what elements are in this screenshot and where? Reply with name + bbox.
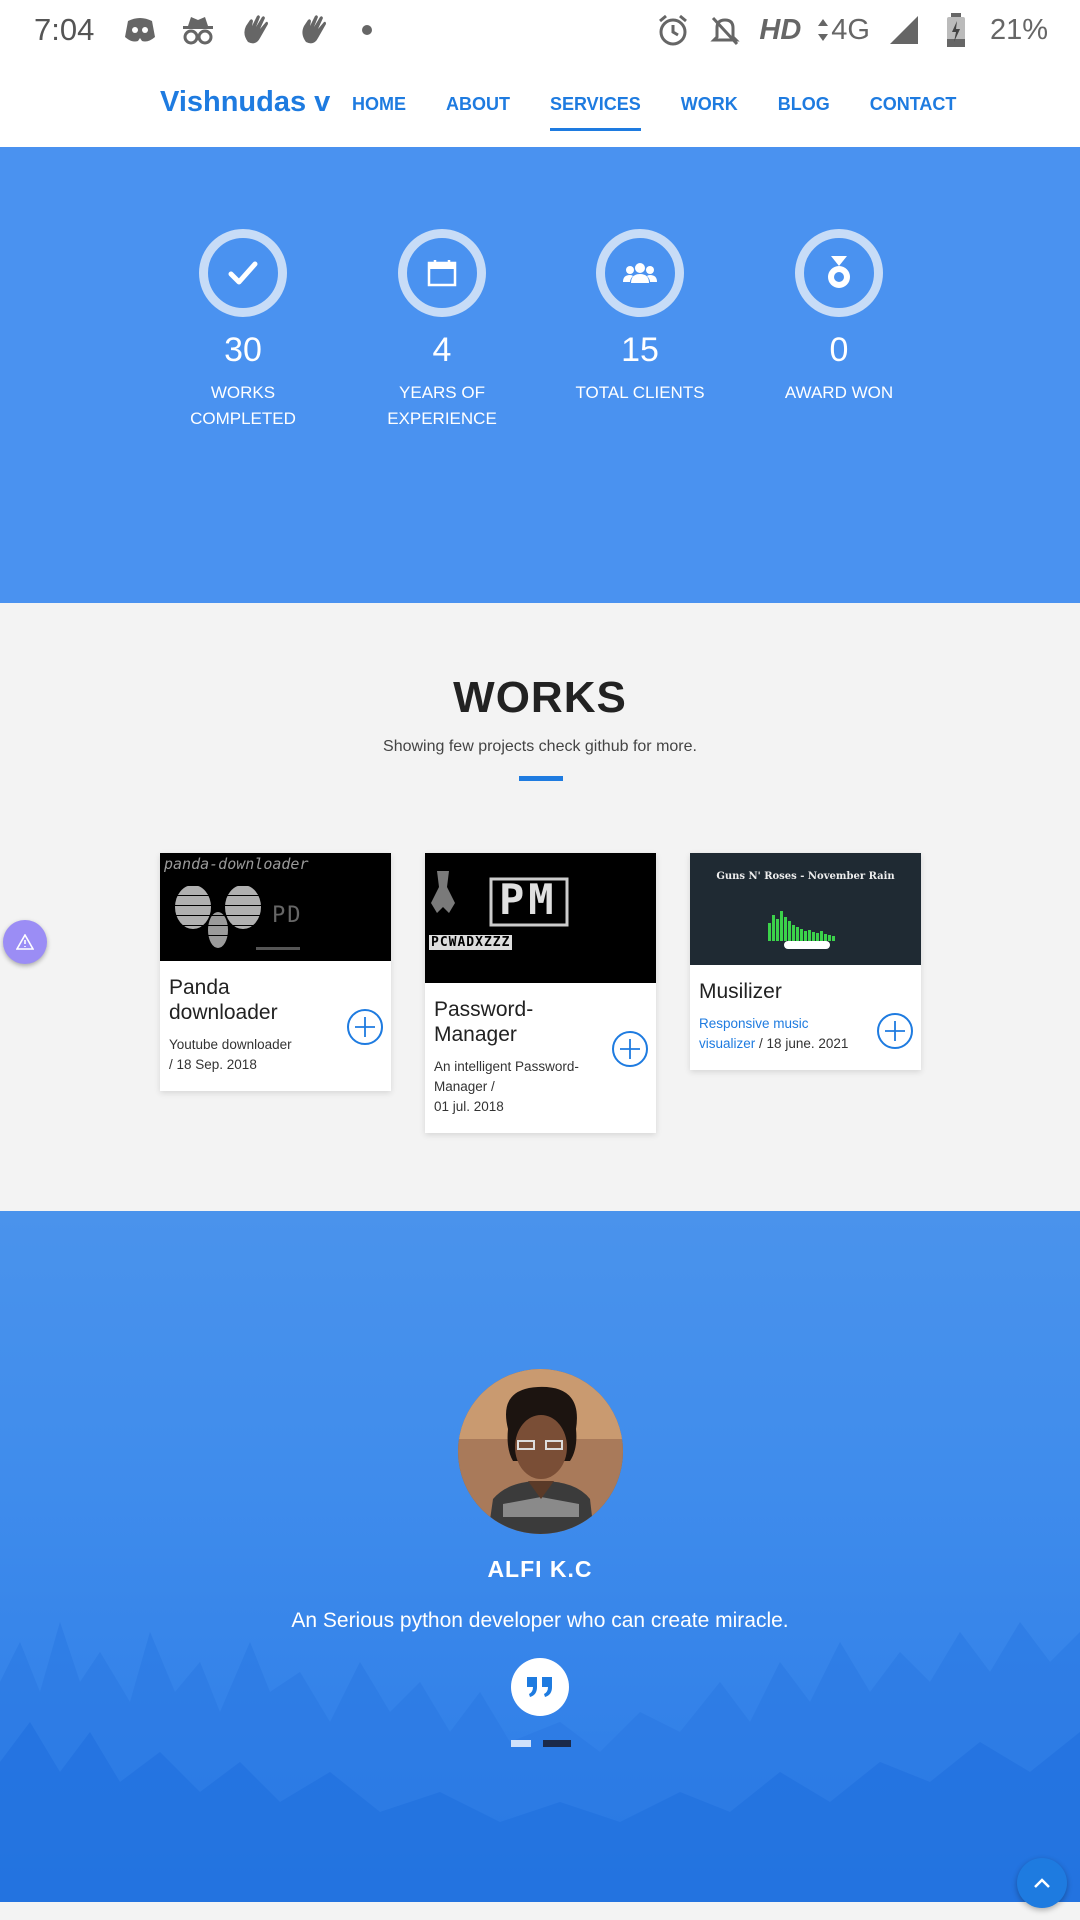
testimonial-quote: An Serious python developer who can crea… <box>291 1609 789 1632</box>
testimonial-section: ALFI K.C An Serious python developer who… <box>0 1211 1080 1902</box>
battery-percent: 21% <box>989 13 1048 46</box>
check-icon <box>199 229 287 317</box>
battery-icon <box>938 10 974 50</box>
stat-label: TOTAL CLIENTS <box>575 383 705 402</box>
card-desc: Responsive music visualizer / 18 june. 2… <box>699 1016 849 1051</box>
card-image-musilizer[interactable]: Guns N' Roses - November Rain <box>690 853 921 965</box>
carousel-dot-2[interactable] <box>543 1740 571 1747</box>
carousel-dot-1[interactable] <box>511 1740 531 1747</box>
nav-blog[interactable]: BLOG <box>778 94 830 123</box>
nav-services[interactable]: SERVICES <box>550 94 641 131</box>
stat-value: 0 <box>829 331 849 369</box>
network-label: HD <box>759 13 802 46</box>
brand-logo[interactable]: Vishnudas v <box>160 86 330 119</box>
card-title: Musilizer <box>699 980 782 1003</box>
site-header: Vishnudas v HOME ABOUT SERVICES WORK BLO… <box>0 62 1080 147</box>
stat-value: 15 <box>621 331 659 369</box>
wave-hand-icon <box>296 10 332 50</box>
warning-float-button[interactable] <box>3 920 47 964</box>
avatar <box>458 1369 623 1534</box>
card-image-password-manager[interactable]: PM PCWADXZZZ <box>425 853 656 983</box>
stat-label: WORKS COMPLETED <box>190 383 296 428</box>
users-icon <box>596 229 684 317</box>
quote-icon <box>511 1658 569 1716</box>
dot-icon <box>362 25 372 35</box>
works-subtitle: Showing few projects check github for mo… <box>383 738 697 755</box>
card-body: Musilizer Responsive music visualizer / … <box>690 965 921 1070</box>
card-title: Password-Manager <box>434 998 534 1046</box>
nav-work[interactable]: WORK <box>681 94 738 123</box>
main-nav: HOME ABOUT SERVICES WORK BLOG CONTACT <box>352 94 996 131</box>
expand-button[interactable] <box>347 1009 383 1045</box>
notification-icons <box>122 10 372 50</box>
stat-works-completed: 30 WORKS COMPLETED <box>143 229 343 432</box>
stat-value: 4 <box>432 331 452 369</box>
stat-total-clients: 15 TOTAL CLIENTS <box>540 229 740 406</box>
page-footer-strip <box>0 1902 1080 1920</box>
chevron-up-icon <box>1034 1878 1050 1888</box>
back-to-top-button[interactable] <box>1017 1858 1067 1908</box>
stat-award-won: 0 AWARD WON <box>739 229 939 406</box>
plus-icon <box>355 1017 375 1037</box>
status-time: 7:04 <box>34 12 95 47</box>
stat-years-experience: 4 YEARS OF EXPERIENCE <box>342 229 542 432</box>
card-body: Password-Manager An intelligent Password… <box>425 983 656 1133</box>
plus-icon <box>885 1021 905 1041</box>
works-section: WORKS Showing few projects check github … <box>0 603 1080 1211</box>
nav-home[interactable]: HOME <box>352 94 406 123</box>
card-body: Panda downloader Youtube downloader / 18… <box>160 961 391 1091</box>
card-desc: An intelligent Password-Manager / 01 jul… <box>434 1059 579 1114</box>
incognito-icon <box>180 10 216 50</box>
calendar-icon <box>398 229 486 317</box>
stat-label: AWARD WON <box>784 383 894 402</box>
work-card-password-manager[interactable]: PM PCWADXZZZ Password-Manager An intelli… <box>425 853 656 1133</box>
title-underline <box>519 776 563 781</box>
card-title: Panda downloader <box>169 976 278 1024</box>
warning-icon <box>16 934 34 950</box>
status-bar: 7:04 HD 4G 21% <box>0 0 1080 62</box>
plus-icon <box>620 1039 640 1059</box>
medal-icon <box>795 229 883 317</box>
expand-button[interactable] <box>612 1031 648 1067</box>
card-image-panda[interactable]: panda-downloader PD <box>160 853 391 961</box>
network-type: 4G <box>817 14 870 47</box>
nav-contact[interactable]: CONTACT <box>870 94 957 123</box>
work-card-musilizer[interactable]: Guns N' Roses - November Rain Musilizer … <box>690 853 921 1070</box>
card-desc: Youtube downloader / 18 Sep. 2018 <box>169 1037 292 1072</box>
system-icons: HD 4G 21% <box>655 10 1048 50</box>
bell-off-icon <box>707 10 743 50</box>
testimonial-name: ALFI K.C <box>487 1556 593 1582</box>
discord-icon <box>122 10 158 50</box>
wave-hand-icon <box>238 10 274 50</box>
stat-label: YEARS OF EXPERIENCE <box>387 383 497 428</box>
carousel-dots <box>511 1740 571 1747</box>
signal-icon <box>886 10 922 50</box>
expand-button[interactable] <box>877 1013 913 1049</box>
works-title: WORKS <box>453 673 627 722</box>
nav-about[interactable]: ABOUT <box>446 94 510 123</box>
stats-section: 30 WORKS COMPLETED 4 YEARS OF EXPERIENCE… <box>0 147 1080 603</box>
alarm-icon <box>655 10 691 50</box>
stat-value: 30 <box>224 331 262 369</box>
work-card-panda[interactable]: panda-downloader PD Panda downloader You… <box>160 853 391 1091</box>
